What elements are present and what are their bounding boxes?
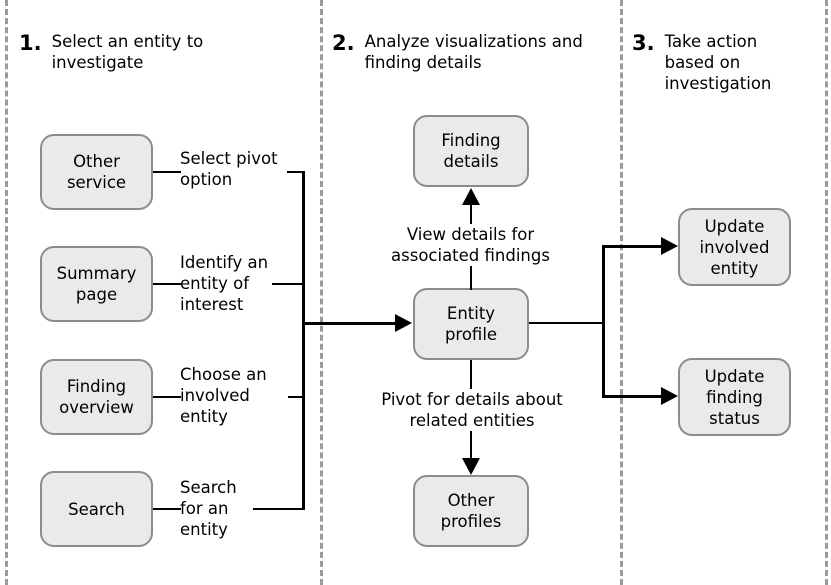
column-header-1: 1. Select an entity to investigate xyxy=(19,31,309,73)
column-1-number: 1. xyxy=(19,31,42,55)
connector-summary-page-stub xyxy=(153,283,181,285)
node-finding-details[interactable]: Finding details xyxy=(413,115,529,187)
edge-label-select-pivot-option: Select pivot option xyxy=(180,148,300,190)
column-2-title: Analyze visualizations and finding detai… xyxy=(364,32,583,72)
connector-search-to-bus xyxy=(253,508,305,510)
column-2-number: 2. xyxy=(332,31,355,55)
connector-vertical-bus-right xyxy=(602,245,605,397)
swimlane-divider-2-3 xyxy=(620,0,623,585)
arrowhead-to-update-finding-status xyxy=(661,387,678,405)
node-update-involved-entity[interactable]: Update involved entity xyxy=(678,208,791,286)
connector-bus-to-update-involved-entity xyxy=(602,245,664,248)
arrowhead-to-update-involved-entity xyxy=(661,237,678,255)
column-1-title: Select an entity to investigate xyxy=(51,32,204,72)
connector-finding-overview-stub xyxy=(153,396,181,398)
edge-label-choose-involved-entity: Choose an involved entity xyxy=(180,364,295,427)
connector-bus-to-entity-profile xyxy=(302,322,397,325)
column-header-3: 3. Take action based on investigation xyxy=(632,31,822,94)
edge-label-view-details: View details for associated findings xyxy=(378,224,563,266)
connector-identify-to-bus xyxy=(272,283,305,285)
edge-label-pivot-for-details: Pivot for details about related entities xyxy=(367,389,577,431)
connector-other-service-stub xyxy=(153,171,181,173)
node-entity-profile[interactable]: Entity profile xyxy=(413,288,529,360)
arrowhead-to-other-profiles xyxy=(462,458,480,475)
connector-entity-profile-to-right-bus xyxy=(529,322,604,324)
column-3-number: 3. xyxy=(632,31,655,55)
connector-vertical-bus-left xyxy=(302,171,305,510)
node-finding-overview[interactable]: Finding overview xyxy=(40,359,153,435)
swimlane-divider-1-2 xyxy=(320,0,323,585)
node-summary-page[interactable]: Summary page xyxy=(40,246,153,322)
workflow-diagram: 1. Select an entity to investigate 2. An… xyxy=(0,0,831,585)
arrowhead-to-finding-details xyxy=(462,188,480,205)
swimlane-divider-right xyxy=(825,0,828,585)
connector-search-stub xyxy=(153,508,181,510)
swimlane-divider-left xyxy=(5,0,8,585)
column-header-2: 2. Analyze visualizations and finding de… xyxy=(332,31,612,73)
node-update-finding-status[interactable]: Update finding status xyxy=(678,358,791,436)
connector-bus-to-update-finding-status xyxy=(602,395,664,398)
node-search[interactable]: Search xyxy=(40,471,153,547)
arrowhead-to-entity-profile xyxy=(395,314,412,332)
column-3-title: Take action based on investigation xyxy=(664,32,772,93)
node-other-profiles[interactable]: Other profiles xyxy=(413,475,529,547)
node-other-service[interactable]: Other service xyxy=(40,134,153,210)
